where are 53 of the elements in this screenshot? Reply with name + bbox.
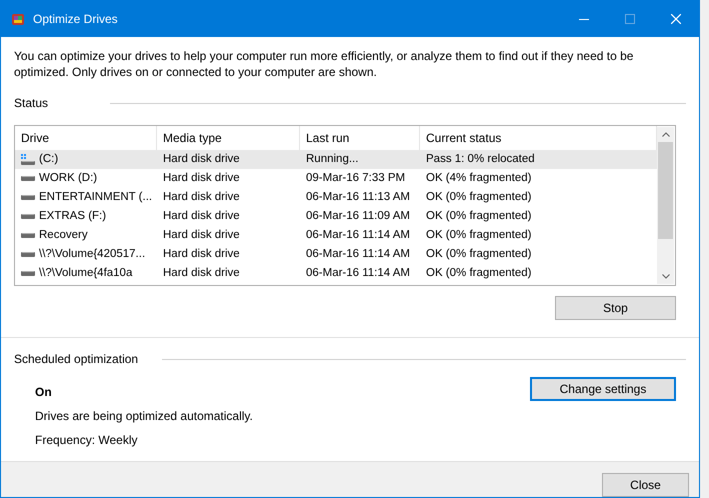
drive-row[interactable]: ENTERTAINMENT (... Hard disk drive 06-Mar-16 11:13 AM OK (0% fragmented) xyxy=(15,188,657,207)
table-cell-text: 06-Mar-16 11:14 AM xyxy=(305,246,411,262)
close-button[interactable]: Close xyxy=(602,473,689,497)
table-cell-text: Hard disk drive xyxy=(162,266,241,281)
table-cell-text: 06-Mar-16 11:13 AM xyxy=(305,190,411,205)
table-cell-text: OK (0% fragmented) xyxy=(425,246,532,262)
table-cell-text: Pass 1: 0% relocated xyxy=(425,152,536,167)
schedule-description: Drives are being optimized automatically. xyxy=(35,408,253,425)
table-cell-text: Hard disk drive xyxy=(162,190,241,205)
table-cell-text: Hard disk drive xyxy=(162,152,241,167)
table-cell-text: Hard disk drive xyxy=(162,228,241,243)
drive-name: (C:) xyxy=(39,152,58,167)
close-icon xyxy=(671,14,681,24)
schedule-state: On xyxy=(35,384,53,401)
scroll-up-icon xyxy=(662,132,670,137)
drive-row[interactable]: \\?\Volume{420517... Hard disk drive 06-Mar-16 11:14 AM OK (0% fragmented) xyxy=(15,245,657,264)
table-cell-text: OK (0% fragmented) xyxy=(425,208,532,224)
schedule-frequency: Frequency: Weekly xyxy=(35,432,138,449)
drive-row[interactable]: EXTRAS (F:) Hard disk drive 06-Mar-16 11:09 AM OK (0% fragmented) xyxy=(15,207,657,226)
drive-name: \\?\Volume{420517... xyxy=(39,246,146,262)
drive-row[interactable]: (C:) Hard disk drive Running... Pass 1: 0% relocated xyxy=(15,150,657,169)
drive-name: \\?\Volume{4fa10a xyxy=(39,266,132,281)
description-text: You can optimize your drives to help your computer run more efficiently, or analyze them to find out if they need to be optimized. Only drives on or connected to your computer are shown. xyxy=(14,48,634,80)
change-settings-button[interactable]: Change settings xyxy=(530,377,676,401)
table-cell-text: Hard disk drive xyxy=(162,170,241,186)
table-cell-text: 06-Mar-16 11:09 AM xyxy=(305,208,411,224)
table-cell-text: OK (0% fragmented) xyxy=(425,266,532,281)
window-title: Optimize Drives xyxy=(33,11,118,28)
drive-name: ENTERTAINMENT (... xyxy=(39,190,152,205)
table-cell-text: Running... xyxy=(305,152,360,167)
drive-name: WORK (D:) xyxy=(39,170,98,186)
table-cell-text: 06-Mar-16 11:14 AM xyxy=(305,228,411,243)
table-cell-text: OK (4% fragmented) xyxy=(425,170,532,186)
scrollbar[interactable] xyxy=(657,127,674,284)
section-heading: Status xyxy=(14,95,48,112)
scroll-down-icon xyxy=(662,274,670,279)
drive-row[interactable]: Recovery Hard disk drive 06-Mar-16 11:14 AM OK (0% fragmented) xyxy=(15,226,657,245)
table-cell-text: 06-Mar-16 11:14 AM xyxy=(305,266,411,281)
drive-row[interactable]: WORK (D:) Hard disk drive 09-Mar-16 7:33 PM OK (4% fragmented) xyxy=(15,169,657,188)
table-cell-text: Hard disk drive xyxy=(162,208,241,224)
table-cell-text: 09-Mar-16 7:33 PM xyxy=(305,170,406,186)
minimize-icon xyxy=(579,18,589,20)
table-cell-text: OK (0% fragmented) xyxy=(425,228,532,243)
drive-name: Recovery xyxy=(39,228,88,243)
drive-name: EXTRAS (F:) xyxy=(39,208,106,224)
table-cell-text: Hard disk drive xyxy=(162,246,241,262)
table-cell-text: OK (0% fragmented) xyxy=(425,190,532,205)
maximize-icon xyxy=(625,14,635,24)
section-heading: Scheduled optimization xyxy=(14,351,138,368)
app-icon xyxy=(11,12,25,26)
drive-row[interactable]: \\?\Volume{4fa10a Hard disk drive 06-Mar-16 11:14 AM OK (0% fragmented) xyxy=(15,264,657,283)
stop-button[interactable]: Stop xyxy=(555,296,676,320)
scrollbar-thumb[interactable] xyxy=(658,142,673,239)
